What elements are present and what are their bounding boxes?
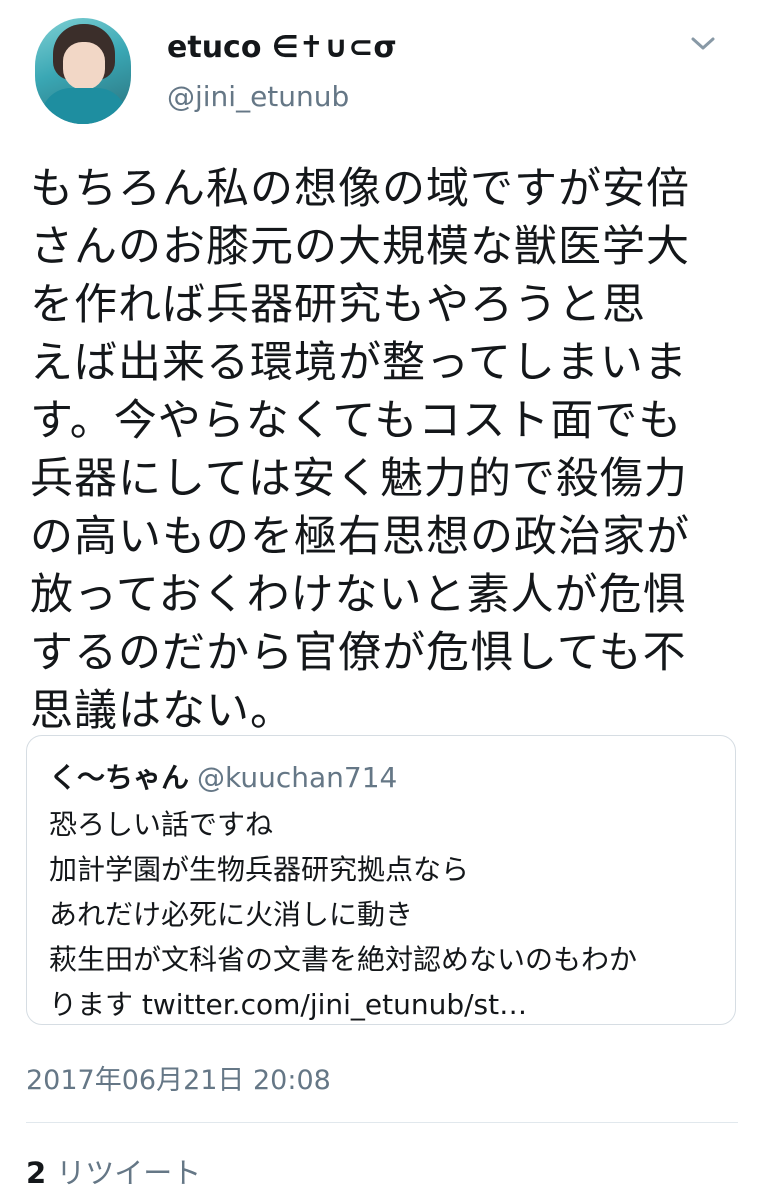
tweet-text: もちろん私の想像の域ですが安倍 さんのお膝元の大規模な獣医学大 を作れば兵器研究…: [30, 160, 740, 740]
tweet-text-line: するのだから官僚が危惧しても不: [30, 628, 687, 678]
retweet-label: リツイート: [56, 1156, 202, 1190]
avatar[interactable]: [35, 18, 131, 124]
display-name[interactable]: etuco ∈✝∪⊂σ: [167, 30, 397, 65]
quoted-tweet-header: く〜ちゃん @kuuchan714: [49, 756, 397, 796]
tweet-text-line: 放っておくわけないと素人が危惧: [30, 570, 687, 620]
quoted-author-name: く〜ちゃん: [49, 761, 190, 794]
tweet-text-line: の高いものを極右思想の政治家が: [30, 512, 690, 562]
quoted-tweet-text: 恐ろしい話ですね 加計学園が生物兵器研究拠点なら あれだけ必死に火消しに動き 萩…: [49, 802, 719, 1027]
tweet-text-line: えば出来る環境が整ってしまいま: [30, 338, 688, 388]
quoted-text-line: 萩生田が文科省の文書を絶対認めないのもわか: [49, 943, 638, 976]
tweet-text-line: 思議はない。: [30, 686, 294, 736]
retweet-count: 2: [26, 1156, 47, 1190]
quoted-tweet[interactable]: く〜ちゃん @kuuchan714 恐ろしい話ですね 加計学園が生物兵器研究拠点な…: [26, 735, 736, 1025]
divider: [26, 1122, 738, 1123]
chevron-down-icon[interactable]: [689, 34, 717, 54]
avatar-face: [63, 42, 105, 90]
tweet-text-line: を作れば兵器研究もやろうと思: [30, 280, 646, 330]
tweet-text-line: さんのお膝元の大規模な獣医学大: [30, 222, 690, 272]
tweet-text-line: す。今やらなくてもコスト面でも: [30, 396, 683, 446]
tweet-text-line: もちろん私の想像の域ですが安倍: [30, 164, 690, 214]
tweet-timestamp: 2017年06月21日 20:08: [26, 1065, 331, 1096]
avatar-jacket: [41, 88, 127, 124]
quoted-text-line: あれだけ必死に火消しに動き: [49, 898, 414, 931]
retweet-stats[interactable]: 2 リツイート: [26, 1150, 201, 1192]
quoted-author-handle: @kuuchan714: [197, 761, 398, 794]
quoted-text-line: 加計学園が生物兵器研究拠点なら: [49, 853, 470, 886]
username[interactable]: @jini_etunub: [167, 80, 349, 113]
tweet-text-line: 兵器にしては安く魅力的で殺傷力: [30, 454, 688, 504]
quoted-text-line: ります twitter.com/jini_etunub/st…: [49, 988, 528, 1021]
tweet-detail: etuco ∈✝∪⊂σ @jini_etunub もちろん私の想像の域ですが安倍…: [0, 0, 764, 1200]
quoted-text-line: 恐ろしい話ですね: [49, 808, 274, 841]
